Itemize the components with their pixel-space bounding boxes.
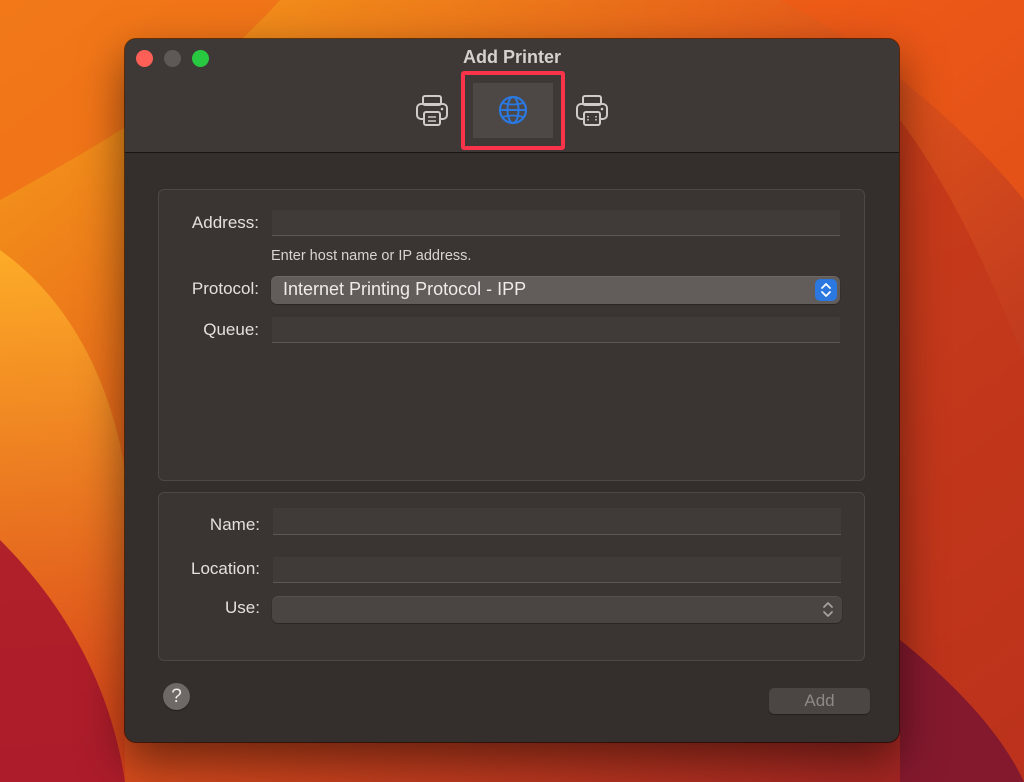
location-label: Location:	[191, 559, 260, 578]
name-label: Name:	[209, 515, 260, 534]
add-printer-window: Add Printer Address: Enter host name or …	[125, 39, 899, 742]
toolbar-default-button[interactable]	[413, 91, 451, 131]
windows-printer-icon	[576, 95, 608, 126]
queue-input[interactable]	[272, 317, 840, 343]
protocol-popup[interactable]: Internet Printing Protocol - IPP	[271, 276, 840, 304]
window-title: Add Printer	[462, 47, 561, 67]
printer-info-panel: Name: Location: Use:	[158, 492, 865, 661]
address-hint: Enter host name or IP address.	[271, 248, 472, 264]
toolbar-ip-selection	[473, 83, 553, 138]
use-label: Use:	[225, 598, 260, 617]
protocol-value: Internet Printing Protocol - IPP	[283, 279, 527, 299]
updown-chevron-icon	[815, 279, 837, 301]
window-titlebar: Add Printer	[125, 39, 899, 153]
updown-chevron-icon	[822, 600, 834, 625]
location-input[interactable]	[273, 557, 841, 583]
queue-label: Queue:	[203, 320, 259, 339]
name-input[interactable]	[273, 508, 841, 535]
toolbar-windows-button[interactable]	[573, 91, 611, 131]
address-input[interactable]	[272, 210, 840, 236]
toolbar-ip-button[interactable]	[461, 71, 565, 150]
help-button[interactable]: ?	[163, 683, 190, 710]
address-label: Address:	[191, 213, 259, 232]
add-button[interactable]: Add	[769, 688, 870, 714]
connection-panel: Address: Enter host name or IP address. …	[158, 189, 865, 481]
use-popup[interactable]	[272, 596, 842, 623]
globe-icon	[498, 95, 528, 125]
printer-icon	[416, 95, 448, 126]
protocol-label: Protocol:	[191, 279, 259, 298]
